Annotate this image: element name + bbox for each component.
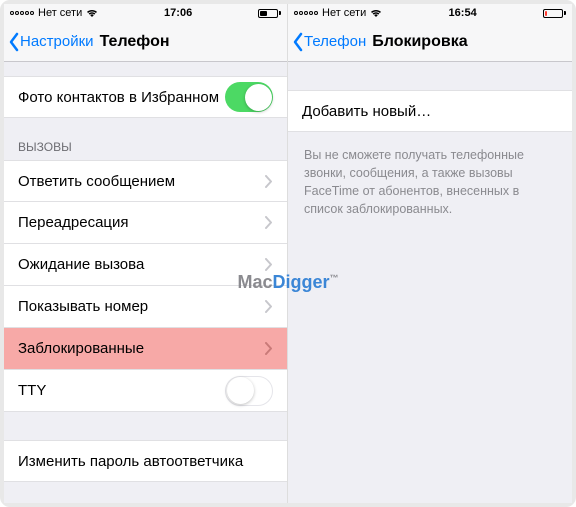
row-label: Фото контактов в Избранном (18, 89, 225, 106)
back-label: Телефон (304, 33, 366, 50)
row-add-new[interactable]: Добавить новый… (288, 90, 572, 132)
carrier-label: Нет сети (38, 7, 82, 19)
phone-blocking: Нет сети 16:54 Телефон Блокировка (288, 4, 572, 503)
chevron-right-icon (265, 175, 273, 188)
back-label: Настройки (20, 33, 94, 50)
battery-icon (258, 9, 281, 18)
nav-bar: Настройки Телефон (4, 22, 287, 62)
group-header-calls: ВЫЗОВЫ (4, 118, 287, 160)
row-show-number[interactable]: Показывать номер (4, 286, 287, 328)
chevron-right-icon (265, 258, 273, 271)
carrier-label: Нет сети (322, 7, 366, 19)
row-label: TTY (18, 382, 225, 399)
row-change-voicemail-password[interactable]: Изменить пароль автоответчика (4, 440, 287, 482)
row-label: Ожидание вызова (18, 256, 265, 273)
wifi-icon (86, 8, 98, 18)
row-label: Показывать номер (18, 298, 265, 315)
wifi-icon (370, 8, 382, 18)
chevron-right-icon (265, 216, 273, 229)
chevron-left-icon (292, 32, 304, 52)
chevron-left-icon (8, 32, 20, 52)
status-bar: Нет сети 17:06 (4, 4, 287, 22)
row-photo-contacts[interactable]: Фото контактов в Избранном (4, 76, 287, 118)
back-button[interactable]: Настройки (4, 32, 94, 52)
chevron-right-icon (265, 342, 273, 355)
row-forwarding[interactable]: Переадресация (4, 202, 287, 244)
row-label: Заблокированные (18, 340, 265, 357)
row-label: Ответить сообщением (18, 173, 265, 190)
row-tty[interactable]: TTY (4, 370, 287, 412)
nav-title: Телефон (100, 33, 170, 51)
back-button[interactable]: Телефон (288, 32, 366, 52)
status-bar: Нет сети 16:54 (288, 4, 572, 22)
signal-dots-icon (294, 11, 318, 15)
row-call-waiting[interactable]: Ожидание вызова (4, 244, 287, 286)
battery-icon (543, 9, 566, 18)
row-reply-message[interactable]: Ответить сообщением (4, 160, 287, 202)
status-time: 17:06 (164, 7, 192, 19)
footer-description: Вы не сможете получать телефонные звонки… (288, 132, 572, 233)
row-blocked[interactable]: Заблокированные (4, 328, 287, 370)
toggle-tty[interactable] (225, 376, 273, 406)
phone-settings-telephone: Нет сети 17:06 Настройки Телефон (4, 4, 288, 503)
row-label: Изменить пароль автоответчика (18, 453, 273, 470)
signal-dots-icon (10, 11, 34, 15)
status-time: 16:54 (449, 7, 477, 19)
row-label: Добавить новый… (302, 103, 558, 120)
nav-title: Блокировка (372, 33, 467, 51)
toggle-photo-contacts[interactable] (225, 82, 273, 112)
nav-bar: Телефон Блокировка (288, 22, 572, 62)
row-label: Переадресация (18, 214, 265, 231)
chevron-right-icon (265, 300, 273, 313)
